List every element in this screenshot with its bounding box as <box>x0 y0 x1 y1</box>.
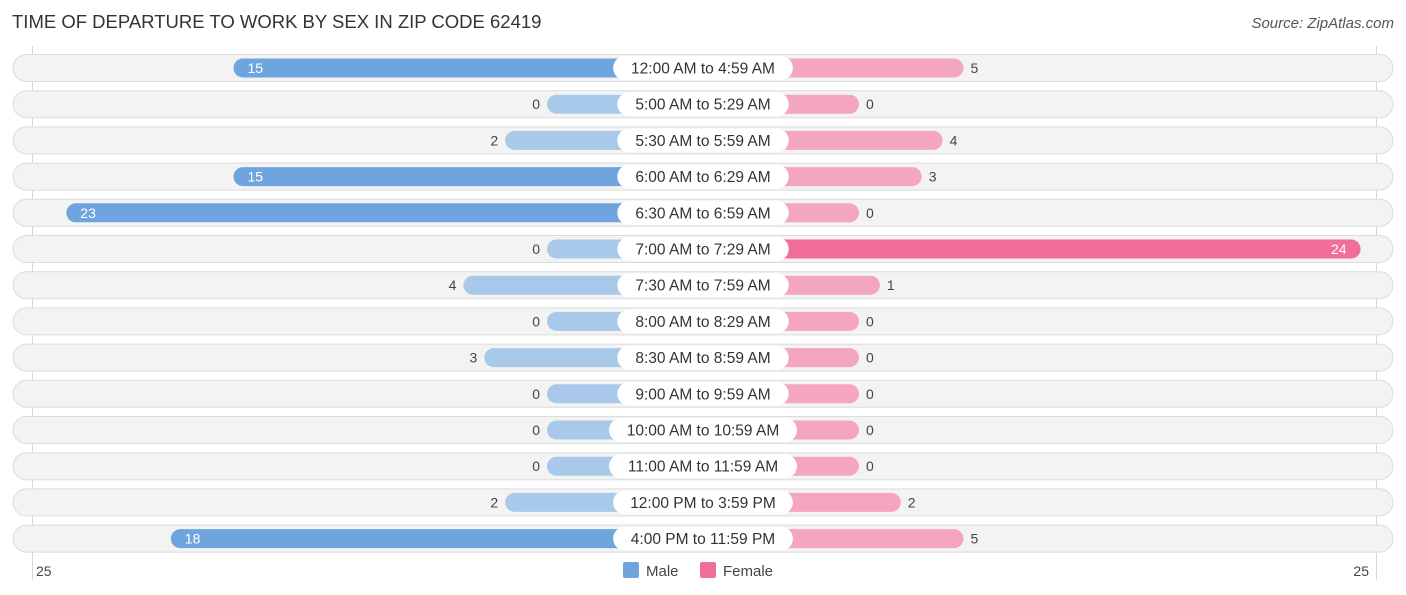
value-label-female: 0 <box>866 205 874 221</box>
bar-female <box>703 239 1361 259</box>
category-label: 9:00 AM to 9:59 AM <box>635 386 770 403</box>
table-row: 4 1 7:30 AM to 7:59 AM <box>12 271 1394 300</box>
category-label: 12:00 PM to 3:59 PM <box>630 495 776 512</box>
table-row: 23 0 6:30 AM to 6:59 AM <box>12 198 1394 227</box>
category-label: 6:00 AM to 6:29 AM <box>635 169 770 186</box>
table-row: 2 2 12:00 PM to 3:59 PM <box>12 488 1394 517</box>
bar-male <box>66 203 704 223</box>
category-label: 8:30 AM to 8:59 AM <box>635 350 770 367</box>
category-label: 6:30 AM to 6:59 AM <box>635 205 770 222</box>
table-row: 3 0 8:30 AM to 8:59 AM <box>12 343 1394 372</box>
value-label-male: 2 <box>490 494 498 510</box>
value-label-male: 2 <box>490 132 498 148</box>
value-label-male: 0 <box>532 313 540 329</box>
category-label: 7:00 AM to 7:29 AM <box>635 242 770 259</box>
value-label-male: 15 <box>248 169 264 185</box>
table-row: 0 0 11:00 AM to 11:59 AM <box>12 452 1394 481</box>
category-label: 4:00 PM to 11:59 PM <box>631 531 775 548</box>
table-row: 18 5 4:00 PM to 11:59 PM <box>12 524 1394 553</box>
legend: Male Female <box>623 562 773 580</box>
legend-label-male: Male <box>646 563 679 580</box>
axis-label-right: 25 <box>1353 563 1369 579</box>
axis-label-left: 25 <box>36 563 52 579</box>
category-label: 8:00 AM to 8:29 AM <box>635 314 770 331</box>
chart-rows: 15 512:00 AM to 4:59 AM0 05:00 AM to 5:29 … <box>12 46 1394 580</box>
value-label-male: 23 <box>80 205 96 221</box>
table-row: 0 0 10:00 AM to 10:59 AM <box>12 416 1394 444</box>
value-label-female: 0 <box>866 350 874 366</box>
value-label-female: 4 <box>950 132 958 148</box>
value-label-male: 0 <box>532 422 540 438</box>
value-label-male: 0 <box>532 386 540 402</box>
category-label: 5:30 AM to 5:59 AM <box>635 133 770 150</box>
value-label-male: 0 <box>532 241 540 257</box>
value-label-male: 3 <box>470 350 478 366</box>
diverging-bar-chart: 15 512:00 AM to 4:59 AM0 05:00 AM to 5:29 … <box>12 46 1394 580</box>
category-label: 11:00 AM to 11:59 AM <box>628 459 778 476</box>
value-label-female: 0 <box>866 422 874 438</box>
value-label-female: 0 <box>866 313 874 329</box>
value-label-female: 5 <box>971 60 979 76</box>
value-label-male: 0 <box>532 458 540 474</box>
value-label-male: 15 <box>248 60 264 76</box>
category-label: 10:00 AM to 10:59 AM <box>627 423 780 440</box>
value-label-female: 24 <box>1331 241 1347 257</box>
legend-swatch-female <box>700 562 716 578</box>
legend-label-female: Female <box>723 563 773 580</box>
value-label-female: 0 <box>866 96 874 112</box>
table-row: 15 3 6:00 AM to 6:29 AM <box>12 162 1394 191</box>
table-row: 0 0 8:00 AM to 8:29 AM <box>12 307 1394 336</box>
value-label-female: 2 <box>908 494 916 510</box>
category-label: 7:30 AM to 7:59 AM <box>635 278 770 295</box>
value-label-male: 4 <box>449 277 457 293</box>
category-label: 5:00 AM to 5:29 AM <box>635 97 770 114</box>
value-label-female: 0 <box>866 386 874 402</box>
table-row: 15 5 12:00 AM to 4:59 AM <box>12 54 1394 82</box>
value-label-female: 0 <box>866 458 874 474</box>
table-row: 2 4 5:30 AM to 5:59 AM <box>12 126 1394 155</box>
table-row: 0 24 7:00 AM to 7:29 AM <box>12 235 1394 263</box>
table-row: 0 0 9:00 AM to 9:59 AM <box>12 379 1394 408</box>
table-row: 0 0 5:00 AM to 5:29 AM <box>12 90 1394 119</box>
value-label-female: 5 <box>971 531 979 547</box>
value-label-male: 0 <box>532 96 540 112</box>
value-label-female: 3 <box>929 169 937 185</box>
category-label: 12:00 AM to 4:59 AM <box>631 61 775 78</box>
value-label-male: 18 <box>185 531 201 547</box>
value-label-female: 1 <box>887 277 895 293</box>
legend-swatch-male <box>623 562 639 578</box>
